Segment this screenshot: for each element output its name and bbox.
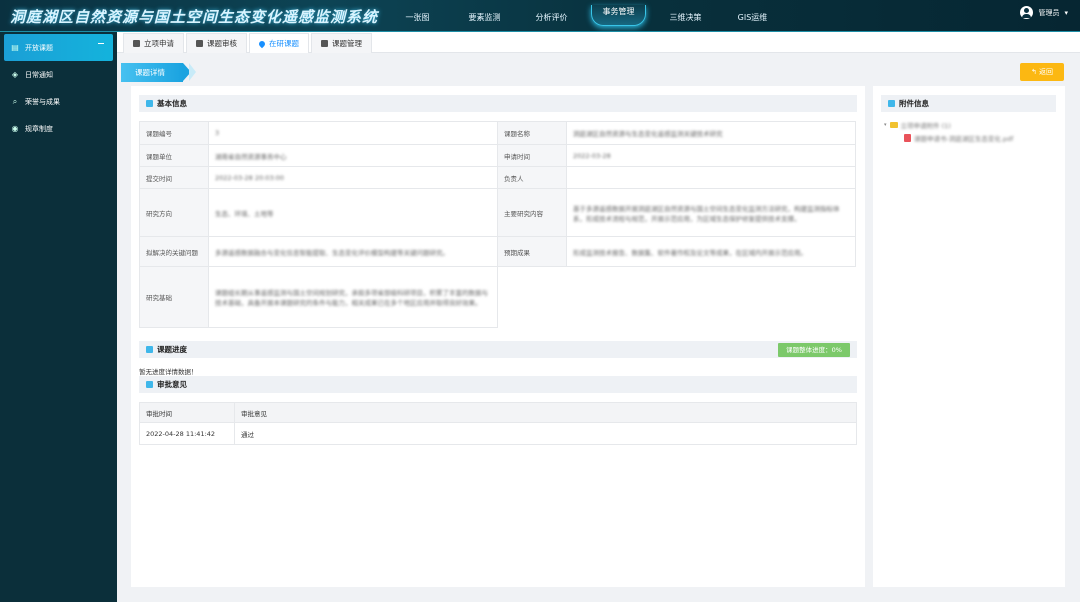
field-value: 生态、环境、土地等 bbox=[208, 188, 498, 237]
table-row: 拟解决的关键问题 多源遥感数据融合与变化信息智能提取、生态变化评价模型构建等关键… bbox=[139, 236, 856, 267]
table-row: 研究基础 课题组长期从事遥感监测与国土空间规划研究，承担多项省部级科研项目，积累… bbox=[139, 266, 856, 328]
document-icon: ▤ bbox=[11, 42, 19, 52]
badge-icon: ◉ bbox=[11, 123, 19, 133]
field-value: 2022-03-28 bbox=[566, 144, 856, 167]
search-icon: ⌕ bbox=[12, 96, 18, 106]
empty-progress-text: 暂无进度详情数据！ bbox=[139, 368, 198, 376]
table-row: 提交时间 2022-03-28 20:03:00 负责人 bbox=[139, 166, 856, 189]
sidebar-item-regulations[interactable]: ◉ 规章制度 bbox=[0, 115, 117, 142]
tree-folder-node[interactable]: ▾ 立项申请附件 (1) bbox=[884, 118, 1013, 131]
tab-ongoing-topics[interactable]: 在研课题 bbox=[249, 33, 309, 53]
field-label: 研究基础 bbox=[139, 266, 209, 328]
field-label: 申请时间 bbox=[497, 144, 567, 167]
sidebar-item-label: 开放课题 bbox=[25, 43, 53, 52]
field-value: 基于多源遥感数据开展洞庭湖区自然资源与国土空间生态变化监测方法研究，构建监测指标… bbox=[566, 188, 856, 237]
empty-cell bbox=[566, 266, 856, 328]
folder-icon bbox=[889, 121, 898, 128]
file-label: 课题申请书-洞庭湖区生态变化.pdf bbox=[914, 134, 1014, 143]
column-header: 审批时间 bbox=[139, 402, 235, 423]
section-review: 审批意见 bbox=[139, 376, 857, 393]
sidebar: ▤ 开放课题 ◈ 日常通知 ⌕ 荣誉与成果 ◉ 规章制度 bbox=[0, 32, 117, 602]
field-value bbox=[566, 166, 856, 189]
sidebar-item-label: 荣誉与成果 bbox=[25, 97, 60, 106]
field-label: 课题编号 bbox=[139, 121, 209, 145]
field-label: 提交时间 bbox=[139, 166, 209, 189]
caret-down-icon[interactable]: ▾ bbox=[884, 122, 887, 128]
field-value: 湖南省自然资源事务中心 bbox=[208, 144, 498, 167]
table-row: 研究方向 生态、环境、土地等 主要研究内容 基于多源遥感数据开展洞庭湖区自然资源… bbox=[139, 188, 856, 237]
avatar-icon bbox=[1020, 6, 1034, 19]
section-attachments: 附件信息 bbox=[881, 95, 1056, 112]
chevron-down-icon: ▾ bbox=[1064, 8, 1068, 17]
breadcrumb-bar: 课题详情 ↰ 返回 bbox=[117, 53, 1080, 83]
review-time: 2022-04-28 11:41:42 bbox=[139, 422, 235, 445]
document-icon bbox=[196, 40, 203, 47]
field-label: 课题名称 bbox=[497, 121, 567, 145]
section-marker-icon bbox=[888, 100, 895, 107]
app-header: 洞庭湖区自然资源与国土空间生态变化遥感监测系统 一张图 要素监测 分析评价 事务… bbox=[0, 0, 1080, 32]
column-header: 审批意见 bbox=[234, 402, 857, 423]
field-value: 3 bbox=[208, 121, 498, 145]
pdf-file-icon bbox=[904, 133, 911, 142]
layers-icon: ◈ bbox=[11, 69, 19, 79]
table-header-row: 审批时间 审批意见 bbox=[139, 402, 857, 423]
field-label: 负责人 bbox=[497, 166, 567, 189]
field-label: 研究方向 bbox=[139, 188, 209, 237]
field-label: 拟解决的关键问题 bbox=[139, 236, 209, 267]
tab-topic-management[interactable]: 课题管理 bbox=[311, 33, 372, 53]
progress-badge: 课题整体进度：0% bbox=[778, 343, 850, 357]
topnav-item-map[interactable]: 一张图 bbox=[384, 0, 451, 32]
tree-file-node[interactable]: 课题申请书-洞庭湖区生态变化.pdf bbox=[884, 131, 1013, 144]
page-tabs: 立项申请 课题审核 在研课题 课题管理 bbox=[117, 32, 1080, 53]
field-label: 预期成果 bbox=[497, 236, 567, 267]
sidebar-item-honors[interactable]: ⌕ 荣誉与成果 bbox=[0, 88, 117, 115]
section-progress: 课题进度 bbox=[139, 341, 857, 358]
section-marker-icon bbox=[146, 100, 153, 107]
field-value: 形成监测技术报告、数据集、软件著作权及论文等成果，在区域内开展示范应用。 bbox=[566, 236, 856, 267]
table-row: 课题单位 湖南省自然资源事务中心 申请时间 2022-03-28 bbox=[139, 144, 856, 167]
sidebar-item-label: 规章制度 bbox=[25, 124, 53, 133]
user-name: 管理员 bbox=[1038, 8, 1060, 17]
user-icon bbox=[321, 40, 328, 47]
sidebar-item-open-topics[interactable]: ▤ 开放课题 bbox=[4, 34, 113, 61]
table-row: 课题编号 3 课题名称 洞庭湖区自然资源与生态变化遥感监测关键技术研究 bbox=[139, 121, 856, 145]
folder-label: 立项申请附件 (1) bbox=[900, 121, 951, 130]
breadcrumb-arrow bbox=[189, 63, 196, 81]
app-title: 洞庭湖区自然资源与国土空间生态变化遥感监测系统 bbox=[10, 8, 379, 26]
empty-cell bbox=[497, 266, 567, 328]
attachment-tree: ▾ 立项申请附件 (1) 课题申请书-洞庭湖区生态变化.pdf bbox=[884, 118, 1013, 144]
topnav-item-analysis[interactable]: 分析评价 bbox=[518, 0, 585, 32]
collapse-icon[interactable] bbox=[98, 43, 104, 44]
tab-project-application[interactable]: 立项申请 bbox=[123, 33, 184, 53]
top-nav: 一张图 要素监测 分析评价 事务管理 三维决策 GIS运维 bbox=[384, 0, 786, 32]
basic-info-table: 课题编号 3 课题名称 洞庭湖区自然资源与生态变化遥感监测关键技术研究 课题单位… bbox=[139, 121, 856, 328]
document-icon bbox=[133, 40, 140, 47]
topnav-item-gis-ops[interactable]: GIS运维 bbox=[719, 0, 786, 32]
topnav-item-monitoring[interactable]: 要素监测 bbox=[451, 0, 518, 32]
user-menu[interactable]: 管理员 ▾ bbox=[1020, 6, 1068, 19]
table-row: 2022-04-28 11:41:42 通过 bbox=[139, 422, 857, 445]
topnav-item-3d-decision[interactable]: 三维决策 bbox=[652, 0, 719, 32]
field-label: 课题单位 bbox=[139, 144, 209, 167]
topnav-item-affairs[interactable]: 事务管理 bbox=[585, 0, 652, 32]
sidebar-item-notices[interactable]: ◈ 日常通知 bbox=[0, 61, 117, 88]
field-value: 2022-03-28 20:03:00 bbox=[208, 166, 498, 189]
field-value: 多源遥感数据融合与变化信息智能提取、生态变化评价模型构建等关键问题研究。 bbox=[208, 236, 498, 267]
field-label: 主要研究内容 bbox=[497, 188, 567, 237]
attachments-panel bbox=[873, 86, 1065, 587]
section-basic-info: 基本信息 bbox=[139, 95, 857, 112]
field-value: 课题组长期从事遥感监测与国土空间规划研究，承担多项省部级科研项目，积累了丰富的数… bbox=[208, 266, 498, 328]
field-value: 洞庭湖区自然资源与生态变化遥感监测关键技术研究 bbox=[566, 121, 856, 145]
review-table: 审批时间 审批意见 2022-04-28 11:41:42 通过 bbox=[139, 402, 857, 445]
breadcrumb: 课题详情 bbox=[121, 63, 191, 82]
section-marker-icon bbox=[146, 346, 153, 353]
location-pin-icon bbox=[257, 39, 267, 48]
tab-topic-review[interactable]: 课题审核 bbox=[186, 33, 247, 53]
sidebar-item-label: 日常通知 bbox=[25, 70, 53, 79]
review-opinion: 通过 bbox=[234, 422, 857, 445]
back-button[interactable]: ↰ 返回 bbox=[1020, 63, 1064, 81]
section-marker-icon bbox=[146, 381, 153, 388]
